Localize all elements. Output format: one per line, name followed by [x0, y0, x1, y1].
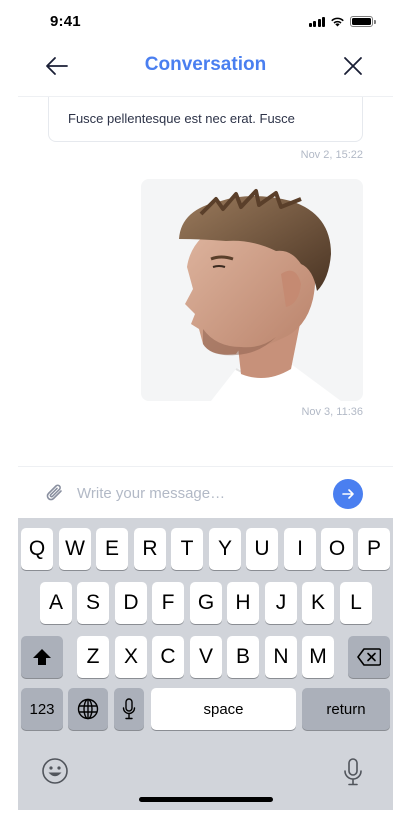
- message-timestamp: Nov 3, 11:36: [301, 406, 363, 418]
- key-e[interactable]: E: [96, 528, 128, 570]
- phone-screen: 9:41 Conversation Fusce pellentesque est…: [18, 0, 393, 828]
- arrow-right-icon: [342, 489, 354, 499]
- conversation-header: Conversation: [18, 44, 393, 97]
- message-timestamp: Nov 2, 15:22: [300, 149, 363, 161]
- shift-key[interactable]: [21, 636, 63, 678]
- man-profile-photo: [141, 179, 363, 401]
- key-x[interactable]: X: [115, 636, 147, 678]
- close-button[interactable]: [339, 52, 369, 82]
- key-g[interactable]: G: [190, 582, 222, 624]
- globe-key[interactable]: [68, 688, 108, 730]
- key-q[interactable]: Q: [21, 528, 53, 570]
- photo-message[interactable]: [141, 179, 363, 401]
- key-o[interactable]: O: [321, 528, 353, 570]
- key-a[interactable]: A: [40, 582, 72, 624]
- page-title: Conversation: [144, 54, 267, 75]
- key-z[interactable]: Z: [77, 636, 109, 678]
- message-list[interactable]: Fusce pellentesque est nec erat. Fusce N…: [18, 97, 393, 467]
- close-icon: [344, 57, 362, 75]
- emoji-button[interactable]: [41, 757, 69, 785]
- return-key[interactable]: return: [302, 688, 390, 730]
- attach-button[interactable]: [44, 482, 66, 504]
- key-l[interactable]: L: [340, 582, 372, 624]
- key-r[interactable]: R: [134, 528, 166, 570]
- key-p[interactable]: P: [358, 528, 390, 570]
- key-n[interactable]: N: [265, 636, 297, 678]
- status-icons: [308, 15, 376, 27]
- key-s[interactable]: S: [77, 582, 109, 624]
- message-input[interactable]: [77, 483, 317, 503]
- message-text: Fusce pellentesque est nec erat. Fusce: [68, 111, 295, 126]
- key-w[interactable]: W: [59, 528, 91, 570]
- shift-arrow-icon: [33, 649, 51, 665]
- message-bubble[interactable]: Fusce pellentesque est nec erat. Fusce: [48, 97, 363, 142]
- key-v[interactable]: V: [190, 636, 222, 678]
- key-j[interactable]: J: [265, 582, 297, 624]
- key-i[interactable]: I: [284, 528, 316, 570]
- key-h[interactable]: H: [227, 582, 259, 624]
- wifi-icon: [331, 17, 344, 26]
- key-f[interactable]: F: [152, 582, 184, 624]
- cellular-signal-icon: [308, 16, 325, 27]
- send-button[interactable]: [333, 479, 363, 509]
- home-indicator[interactable]: [139, 797, 273, 802]
- key-t[interactable]: T: [171, 528, 203, 570]
- message-composer: [18, 466, 393, 518]
- microphone-icon: [122, 698, 136, 720]
- battery-icon: [350, 15, 376, 27]
- key-y[interactable]: Y: [209, 528, 241, 570]
- dictation-button[interactable]: [343, 758, 363, 786]
- key-u[interactable]: U: [246, 528, 278, 570]
- microphone-key[interactable]: [114, 688, 144, 730]
- key-m[interactable]: M: [302, 636, 334, 678]
- status-bar: 9:41: [18, 0, 393, 44]
- smiley-icon: [42, 758, 68, 784]
- delete-key[interactable]: [348, 636, 390, 678]
- keyboard: Q W E R T Y U I O P A S D F G H J K L Z …: [18, 518, 393, 810]
- key-c[interactable]: C: [152, 636, 184, 678]
- paperclip-icon: [46, 484, 62, 501]
- status-time: 9:41: [50, 13, 81, 30]
- globe-icon: [77, 698, 99, 720]
- key-d[interactable]: D: [115, 582, 147, 624]
- key-b[interactable]: B: [227, 636, 259, 678]
- numbers-key[interactable]: 123: [21, 688, 63, 730]
- key-k[interactable]: K: [302, 582, 334, 624]
- microphone-icon: [344, 758, 362, 786]
- backspace-icon: [357, 648, 381, 666]
- space-key[interactable]: space: [151, 688, 296, 730]
